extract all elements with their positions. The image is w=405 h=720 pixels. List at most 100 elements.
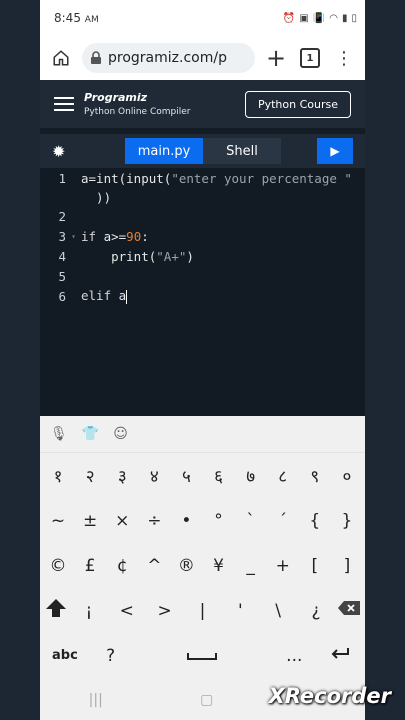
- code-line: 3 ▾ if a>=90:: [40, 226, 148, 246]
- key-r2-5[interactable]: °: [205, 511, 233, 531]
- wifi-icon: ◠: [329, 12, 338, 24]
- key-r3-4[interactable]: ®: [172, 556, 200, 576]
- status-bar: 8:45 AM ⏰ ▣ 📳 ◠ ▮ ▯: [40, 0, 365, 36]
- key-r1-1[interactable]: २: [76, 464, 104, 487]
- key-r2-1[interactable]: ±: [76, 511, 104, 531]
- more-vert-icon: ⋮: [335, 47, 353, 69]
- keyboard-row-4: ¡ < > | ' \ ¿: [40, 588, 365, 633]
- editor-toolbar: ✹ main.py Shell ▶: [40, 134, 365, 168]
- key-r4-6[interactable]: ¿: [302, 601, 330, 621]
- line-number: 4: [58, 248, 66, 264]
- key-r4-0[interactable]: ¡: [75, 601, 103, 621]
- shift-icon: [46, 599, 66, 617]
- code-line: 4 print("A+"): [40, 246, 193, 266]
- sticker-icon[interactable]: 👕: [82, 426, 99, 442]
- abc-key[interactable]: abc: [51, 648, 79, 663]
- code-line-wrap: )): [81, 189, 112, 205]
- key-r1-8[interactable]: ९: [301, 464, 329, 487]
- lock-icon: [91, 51, 101, 64]
- backspace-icon: [338, 601, 360, 615]
- keyboard-row-2: ~ ± × ÷ • ° ` ´{}: [40, 498, 365, 543]
- tab-shell[interactable]: Shell: [203, 138, 281, 164]
- key-r1-9[interactable]: ०: [333, 464, 361, 487]
- home-nav-icon[interactable]: ▢: [200, 692, 213, 708]
- tab-count: 1: [300, 48, 320, 68]
- key-r2-7[interactable]: ´: [269, 511, 297, 531]
- keyboard-toolbar: 🎙 👕 ☺: [40, 416, 365, 453]
- key-r1-4[interactable]: ५: [172, 464, 200, 487]
- key-r1-2[interactable]: ३: [108, 464, 136, 487]
- status-time: 8:45 AM: [54, 11, 99, 25]
- key-r1-6[interactable]: ७: [237, 464, 265, 487]
- code-editor[interactable]: 1 a=int(input("enter your percentage " )…: [40, 168, 365, 416]
- key-r2-6[interactable]: `: [237, 511, 265, 531]
- browser-menu-button[interactable]: ⋮: [331, 45, 357, 71]
- new-tab-button[interactable]: +: [263, 44, 289, 72]
- home-button[interactable]: [48, 45, 74, 71]
- key-r2-0[interactable]: ~: [44, 511, 72, 531]
- ellipsis-key[interactable]: ...: [280, 646, 308, 666]
- shift-key[interactable]: [42, 598, 70, 623]
- line-number: 2: [58, 208, 66, 224]
- key-r3-8[interactable]: [: [301, 556, 329, 576]
- text-cursor: [126, 289, 128, 304]
- line-number: 5: [58, 268, 66, 284]
- recents-icon[interactable]: |||: [89, 692, 103, 708]
- key-r2-8[interactable]: {: [301, 511, 329, 531]
- key-r1-3[interactable]: ४: [140, 464, 168, 487]
- key-r3-9[interactable]: ]: [333, 556, 361, 576]
- status-icons: ⏰ ▣ 📳 ◠ ▮ ▯: [283, 13, 357, 24]
- key-r2-4[interactable]: •: [172, 511, 200, 531]
- emoji-icon[interactable]: ☺: [113, 426, 128, 442]
- enter-key[interactable]: [326, 646, 354, 666]
- hamburger-menu-icon[interactable]: [54, 97, 74, 111]
- python-course-button[interactable]: Python Course: [244, 90, 351, 118]
- run-button[interactable]: ▶: [317, 138, 353, 164]
- keyboard-row-3: © £ ¢ ^ ® ¥ _ +[]: [40, 543, 365, 588]
- space-key[interactable]: [142, 646, 262, 666]
- key-r4-2[interactable]: >: [151, 601, 179, 621]
- microphone-icon[interactable]: 🎙: [50, 426, 68, 442]
- key-r2-3[interactable]: ÷: [140, 511, 168, 531]
- on-screen-keyboard: 🎙 👕 ☺ १२३४५६७८९० ~ ± × ÷ • ° ` ´{} © £ ¢ ^ ® ¥ _ +[] ¡…: [40, 416, 365, 680]
- play-icon: ▶: [330, 144, 340, 158]
- key-r4-4[interactable]: ': [226, 601, 254, 621]
- key-r3-6[interactable]: _: [237, 556, 265, 576]
- theme-toggle-icon[interactable]: ✹: [52, 142, 112, 161]
- plus-icon: +: [265, 44, 287, 72]
- code-line: 2: [40, 206, 66, 226]
- key-r1-0[interactable]: १: [44, 464, 72, 487]
- key-r4-1[interactable]: <: [113, 601, 141, 621]
- key-r3-5[interactable]: ¥: [205, 556, 233, 576]
- url-field[interactable]: programiz.com/p: [82, 43, 255, 73]
- url-text: programiz.com/p: [108, 50, 227, 66]
- question-key[interactable]: ?: [97, 646, 125, 666]
- backspace-key[interactable]: [335, 600, 363, 621]
- key-r1-5[interactable]: ६: [205, 464, 233, 487]
- key-r1-7[interactable]: ८: [269, 464, 297, 487]
- key-r2-9[interactable]: }: [333, 511, 361, 531]
- xrecorder-watermark: XRecorder: [268, 684, 391, 708]
- line-number: 1: [58, 170, 66, 186]
- space-icon: [187, 652, 218, 660]
- key-r3-2[interactable]: ¢: [108, 556, 136, 576]
- enter-icon: [331, 647, 350, 659]
- code-line: 6 elif a: [40, 286, 128, 306]
- key-r3-0[interactable]: ©: [44, 556, 72, 576]
- tab-switcher-button[interactable]: 1: [297, 45, 323, 71]
- key-r3-1[interactable]: £: [76, 556, 104, 576]
- fold-arrow-icon[interactable]: ▾: [66, 232, 81, 241]
- brand[interactable]: Programiz Python Online Compiler: [84, 91, 235, 117]
- programiz-logo: Programiz: [84, 91, 148, 104]
- keyboard-row-5: abc ? ...: [40, 633, 365, 678]
- alarm-icon: ⏰: [282, 12, 296, 24]
- key-r4-3[interactable]: |: [188, 601, 216, 621]
- tab-main-py[interactable]: main.py: [125, 138, 203, 164]
- key-r2-2[interactable]: ×: [108, 511, 136, 531]
- key-r3-3[interactable]: ^: [140, 556, 168, 576]
- line-number: 3: [58, 228, 66, 244]
- cast-icon: ▣: [299, 12, 309, 24]
- keyboard-row-1: १२३४५६७८९०: [40, 453, 365, 498]
- key-r3-7[interactable]: +: [269, 556, 297, 576]
- key-r4-5[interactable]: \: [264, 601, 292, 621]
